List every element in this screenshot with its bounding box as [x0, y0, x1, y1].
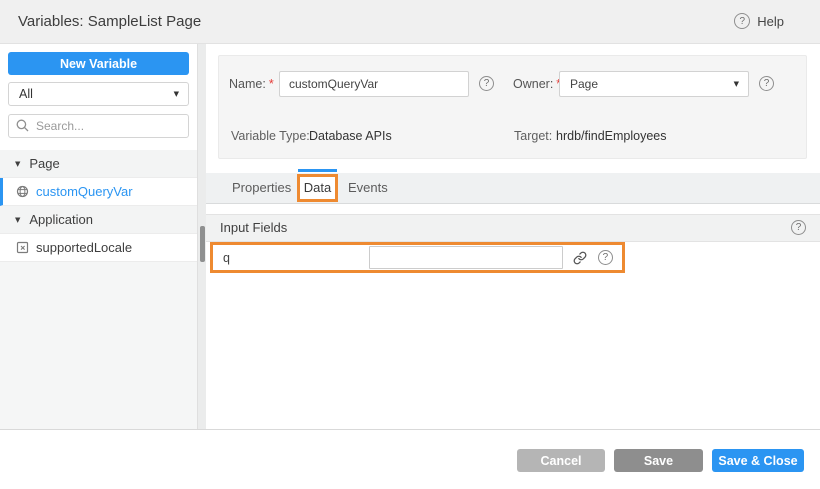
- vertical-scrollbar-track[interactable]: [197, 44, 206, 429]
- dialog-header: Variables: SampleList Page ? Help: [0, 0, 820, 44]
- save-button[interactable]: Save: [614, 449, 703, 472]
- tree-group-page[interactable]: ▼ Page: [0, 150, 197, 178]
- variable-filter-select[interactable]: All ▼: [8, 82, 189, 106]
- owner-select[interactable]: Page ▼: [559, 71, 749, 97]
- variables-sidebar: New Variable All ▼ ▼ Page: [0, 44, 197, 429]
- tree-group-label: Page: [29, 156, 59, 171]
- save-and-close-button[interactable]: Save & Close: [712, 449, 804, 472]
- cancel-button[interactable]: Cancel: [517, 449, 605, 472]
- target-label: Target:: [514, 128, 552, 144]
- page-title: Variables: SampleList Page: [18, 13, 201, 30]
- name-label: Name:*: [229, 76, 274, 92]
- input-fields-help-icon[interactable]: ?: [791, 220, 806, 235]
- field-q-help-icon[interactable]: ?: [598, 250, 613, 265]
- target-value: hrdb/findEmployees: [556, 128, 666, 144]
- variable-summary-panel: Name:* ? Owner:* Page ▼ ? Variable Type:…: [218, 55, 807, 159]
- help-button[interactable]: ? Help: [734, 13, 784, 29]
- tree-item-supportedlocale[interactable]: supportedLocale: [0, 234, 197, 262]
- locale-variable-icon: [16, 241, 29, 254]
- tree-item-label: customQueryVar: [36, 184, 133, 199]
- chevron-down-icon: ▼: [174, 83, 179, 105]
- search-input[interactable]: [8, 114, 189, 138]
- name-input[interactable]: [279, 71, 469, 97]
- sidebar-empty-area: [0, 262, 197, 429]
- new-variable-button[interactable]: New Variable: [8, 52, 189, 75]
- input-field-row-annotation: q ?: [210, 242, 625, 273]
- variable-detail-panel: Name:* ? Owner:* Page ▼ ? Variable Type:…: [206, 44, 820, 429]
- tab-bar: Properties Data Events: [206, 173, 820, 204]
- variable-type-label: Variable Type:: [231, 128, 310, 144]
- search-icon: [16, 119, 29, 132]
- variable-type-value: Database APIs: [309, 128, 392, 144]
- caret-down-icon: ▼: [15, 216, 20, 224]
- bind-field-button[interactable]: [572, 250, 588, 266]
- tree-item-customqueryvar[interactable]: customQueryVar: [0, 178, 197, 206]
- tree-group-label: Application: [29, 212, 93, 227]
- variable-search: [8, 114, 189, 138]
- field-q-input[interactable]: [369, 246, 563, 269]
- variables-tree: ▼ Page customQueryVar ▼ Application: [0, 150, 197, 262]
- tab-properties[interactable]: Properties: [218, 173, 305, 203]
- tree-group-application[interactable]: ▼ Application: [0, 206, 197, 234]
- service-variable-icon: [16, 185, 29, 198]
- input-fields-title: Input Fields: [220, 215, 287, 241]
- variables-dialog: Variables: SampleList Page ? Help New Va…: [0, 0, 820, 489]
- active-tab-indicator: [298, 169, 337, 172]
- required-marker: *: [269, 77, 274, 91]
- tab-data[interactable]: Data: [297, 174, 338, 202]
- chevron-down-icon: ▼: [734, 72, 739, 96]
- link-icon: [573, 251, 587, 265]
- help-icon: ?: [734, 13, 750, 29]
- input-fields-header: Input Fields ?: [206, 214, 820, 242]
- tree-item-label: supportedLocale: [36, 240, 132, 255]
- variable-filter-value: All: [19, 87, 33, 101]
- dialog-footer: Cancel Save Save & Close: [0, 429, 820, 489]
- caret-down-icon: ▼: [15, 160, 20, 168]
- owner-label: Owner:*: [513, 76, 561, 92]
- owner-select-value: Page: [570, 77, 598, 91]
- owner-help-icon[interactable]: ?: [759, 76, 774, 91]
- field-q-label: q: [223, 251, 230, 265]
- name-help-icon[interactable]: ?: [479, 76, 494, 91]
- vertical-scrollbar-thumb[interactable]: [200, 226, 205, 262]
- help-label: Help: [757, 14, 784, 29]
- tab-events[interactable]: Events: [334, 173, 402, 203]
